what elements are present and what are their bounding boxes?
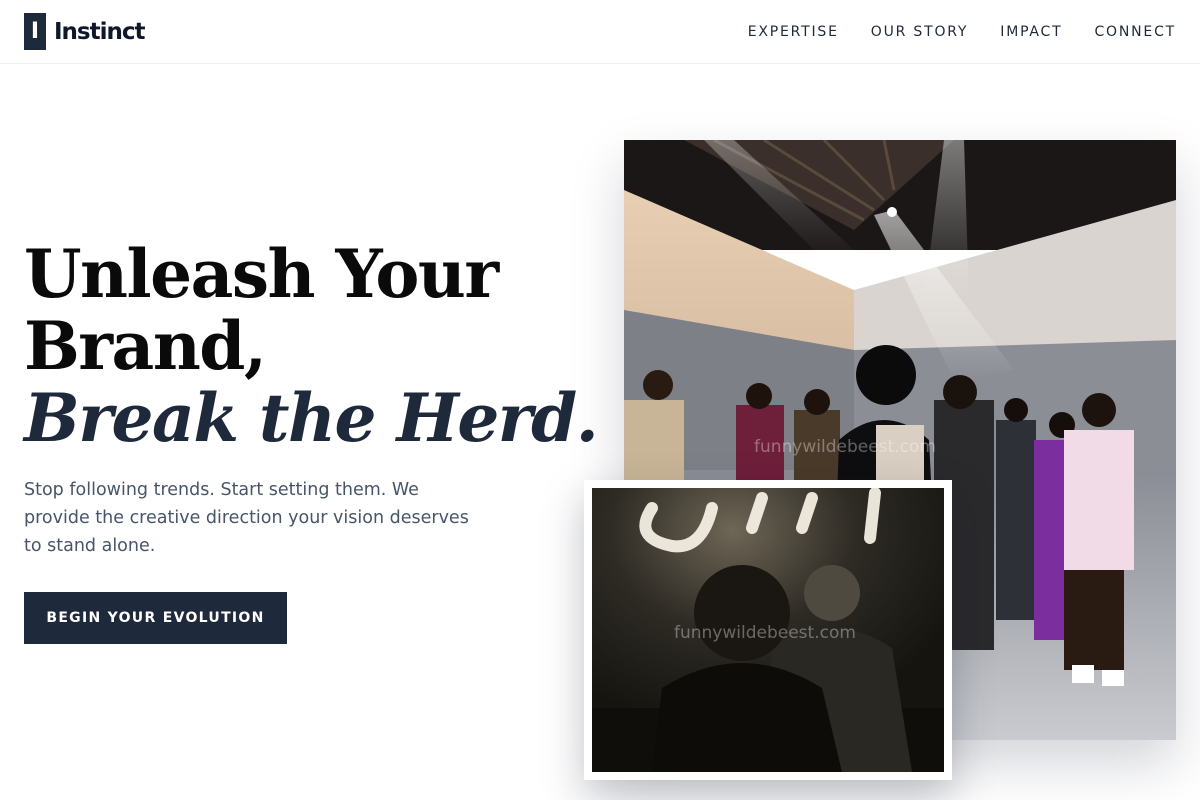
main-nav: EXPERTISE OUR STORY IMPACT CONNECT [748,22,1176,42]
hero-headline: Unleash Your Brand, Break the Herd. [24,238,604,454]
begin-evolution-button[interactable]: BEGIN YOUR EVOLUTION [24,592,287,644]
main-image-watermark: funnywildebeest.com [754,437,936,457]
nav-link-expertise[interactable]: EXPERTISE [748,22,839,42]
nav-link-connect[interactable]: CONNECT [1094,22,1176,42]
hero-subcopy: Stop following trends. Start setting the… [24,480,469,556]
logo-mark: I [24,13,46,50]
brand-name: Instinct [54,18,146,45]
nav-link-impact[interactable]: IMPACT [1000,22,1062,42]
hero-inset-image: funnywildebeest.com [584,480,952,780]
headline-line-2: Brand, [24,307,267,385]
headline-line-1: Unleash Your [24,235,499,313]
brand-logo[interactable]: I Instinct [24,13,146,50]
nav-link-our-story[interactable]: OUR STORY [871,22,969,42]
inset-image-watermark: funnywildebeest.com [674,623,856,643]
site-header: I Instinct EXPERTISE OUR STORY IMPACT CO… [0,0,1200,64]
headline-accent: Break the Herd. [24,379,599,457]
